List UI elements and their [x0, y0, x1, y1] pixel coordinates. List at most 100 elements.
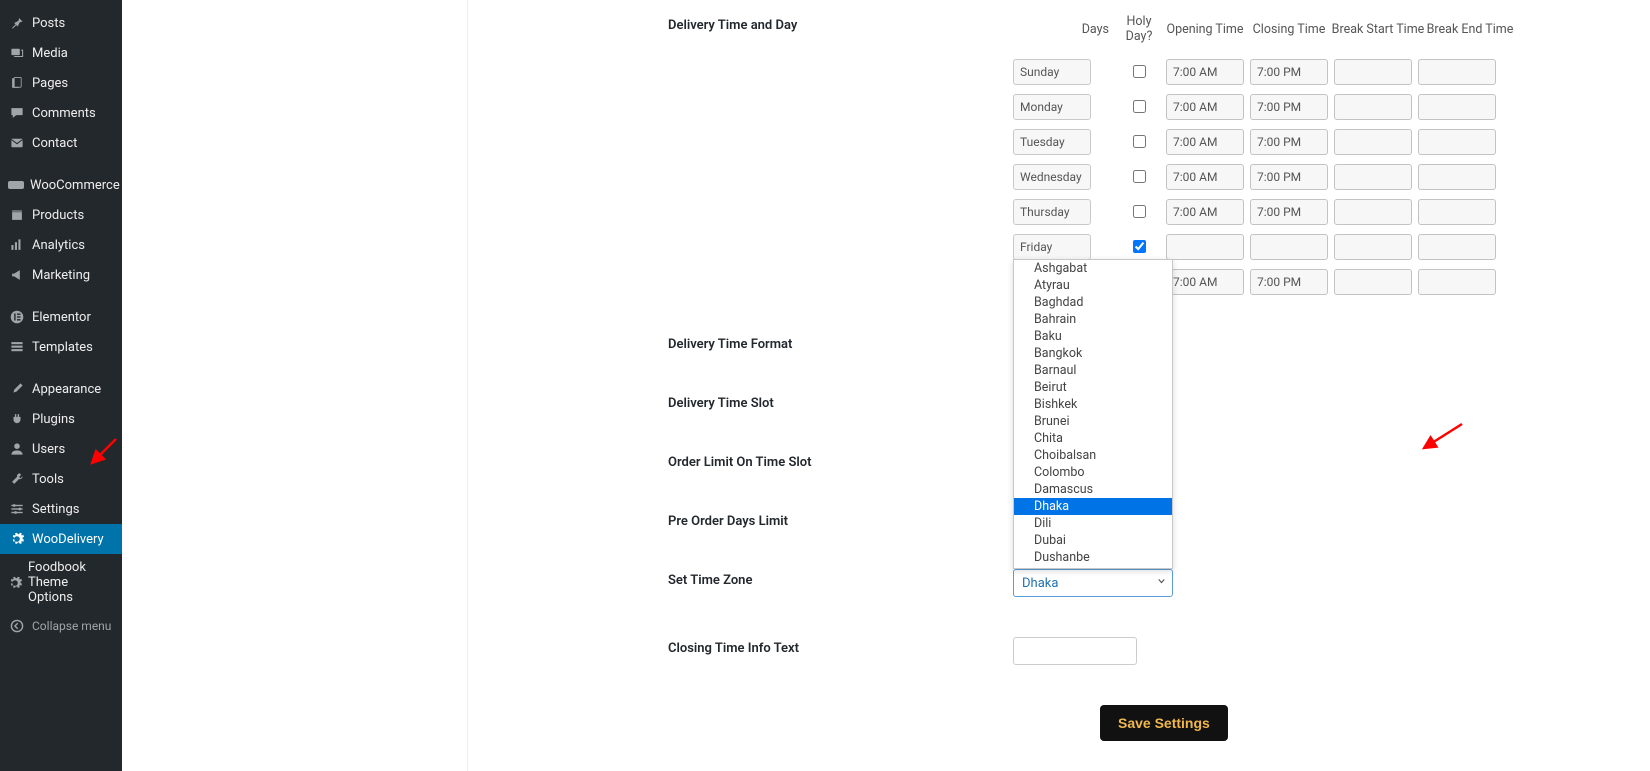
tz-option-damascus[interactable]: Damascus [1014, 481, 1172, 498]
close-time-monday[interactable]: 7:00 PM [1250, 94, 1328, 120]
sidebar-item-pages[interactable]: Pages [0, 68, 122, 98]
bend-time-wednesday[interactable] [1418, 164, 1496, 190]
close-time-friday[interactable] [1250, 234, 1328, 260]
bend-time-thursday[interactable] [1418, 199, 1496, 225]
settings-form-panel: Delivery Time and Day Days Holy Day? Ope… [468, 0, 1650, 771]
sidebar-item-label: Contact [32, 136, 77, 151]
sidebar-item-media[interactable]: Media [0, 38, 122, 68]
close-time-wednesday[interactable]: 7:00 PM [1250, 164, 1328, 190]
day-button-tuesday[interactable]: Tuesday [1013, 129, 1091, 155]
day-button-thursday[interactable]: Thursday [1013, 199, 1091, 225]
timezone-dropdown-list[interactable]: AshgabatAtyrauBaghdadBahrainBakuBangkokB… [1013, 259, 1173, 569]
tz-option-dhaka[interactable]: Dhaka [1014, 498, 1172, 515]
sidebar-item-plugins[interactable]: Plugins [0, 404, 122, 434]
day-button-sunday[interactable]: Sunday [1013, 59, 1091, 85]
save-settings-button[interactable]: Save Settings [1100, 705, 1228, 741]
sidebar-item-label: Products [32, 208, 84, 223]
bend-time-sunday[interactable] [1418, 59, 1496, 85]
closing-time-info-input[interactable] [1013, 637, 1137, 665]
holy-checkbox-tuesday[interactable] [1133, 135, 1146, 148]
holy-checkbox-friday[interactable] [1133, 240, 1146, 253]
tz-option-bangkok[interactable]: Bangkok [1014, 345, 1172, 362]
bstart-time-saturday[interactable] [1334, 269, 1412, 295]
sidebar-item-label: Analytics [32, 238, 85, 253]
close-time-sunday[interactable]: 7:00 PM [1250, 59, 1328, 85]
bstart-time-tuesday[interactable] [1334, 129, 1412, 155]
tz-option-baku[interactable]: Baku [1014, 328, 1172, 345]
bstart-time-monday[interactable] [1334, 94, 1412, 120]
bstart-time-sunday[interactable] [1334, 59, 1412, 85]
sidebar-item-settings[interactable]: Settings [0, 494, 122, 524]
bend-time-saturday[interactable] [1418, 269, 1496, 295]
sidebar-item-foodbook-theme-options[interactable]: Foodbook Theme Options [0, 554, 122, 611]
open-time-saturday[interactable]: 7:00 AM [1166, 269, 1244, 295]
sidebar-item-products[interactable]: Products [0, 200, 122, 230]
sidebar-item-woodelivery[interactable]: WooDelivery [0, 524, 122, 554]
tz-option-dili[interactable]: Dili [1014, 515, 1172, 532]
bend-time-tuesday[interactable] [1418, 129, 1496, 155]
bstart-time-friday[interactable] [1334, 234, 1412, 260]
sidebar-item-marketing[interactable]: Marketing [0, 260, 122, 290]
day-button-monday[interactable]: Monday [1013, 94, 1091, 120]
sidebar-item-contact[interactable]: Contact [0, 128, 122, 158]
sidebar-item-comments[interactable]: Comments [0, 98, 122, 128]
tz-option-brunei[interactable]: Brunei [1014, 413, 1172, 430]
tz-option-baghdad[interactable]: Baghdad [1014, 294, 1172, 311]
tz-option-bahrain[interactable]: Bahrain [1014, 311, 1172, 328]
tz-option-ashgabat[interactable]: Ashgabat [1014, 260, 1172, 277]
holy-checkbox-monday[interactable] [1133, 100, 1146, 113]
day-button-wednesday[interactable]: Wednesday [1013, 164, 1091, 190]
tz-option-atyrau[interactable]: Atyrau [1014, 277, 1172, 294]
tz-option-bishkek[interactable]: Bishkek [1014, 396, 1172, 413]
sidebar-item-label: Elementor [32, 310, 91, 325]
close-time-thursday[interactable]: 7:00 PM [1250, 199, 1328, 225]
tz-option-dushanbe[interactable]: Dushanbe [1014, 549, 1172, 566]
schedule-row-tuesday: Tuesday 7:00 AM7:00 PM [1013, 124, 1515, 159]
bars-icon [8, 236, 26, 254]
holy-checkbox-sunday[interactable] [1133, 65, 1146, 78]
sidebar-item-posts[interactable]: Posts [0, 8, 122, 38]
open-time-thursday[interactable]: 7:00 AM [1166, 199, 1244, 225]
bend-time-monday[interactable] [1418, 94, 1496, 120]
open-time-sunday[interactable]: 7:00 AM [1166, 59, 1244, 85]
sidebar-item-users[interactable]: Users [0, 434, 122, 464]
bstart-time-wednesday[interactable] [1334, 164, 1412, 190]
tz-option-barnaul[interactable]: Barnaul [1014, 362, 1172, 379]
open-time-monday[interactable]: 7:00 AM [1166, 94, 1244, 120]
order-limit-label: Order Limit On Time Slot [668, 451, 1013, 470]
sidebar-item-tools[interactable]: Tools [0, 464, 122, 494]
bstart-time-thursday[interactable] [1334, 199, 1412, 225]
tz-option-colombo[interactable]: Colombo [1014, 464, 1172, 481]
sidebar-item-templates[interactable]: Templates [0, 332, 122, 362]
mail-icon [8, 134, 26, 152]
holy-checkbox-thursday[interactable] [1133, 205, 1146, 218]
close-time-saturday[interactable]: 7:00 PM [1250, 269, 1328, 295]
set-time-zone-label: Set Time Zone [668, 569, 1013, 588]
sidebar-item-woocommerce[interactable]: WooCommerce [0, 170, 122, 200]
collapse-icon [8, 617, 26, 635]
open-time-tuesday[interactable]: 7:00 AM [1166, 129, 1244, 155]
tz-option-choibalsan[interactable]: Choibalsan [1014, 447, 1172, 464]
tz-option-beirut[interactable]: Beirut [1014, 379, 1172, 396]
sidebar-item-label: Templates [32, 340, 93, 355]
tz-option-dubai[interactable]: Dubai [1014, 532, 1172, 549]
sidebar-item-elementor[interactable]: Elementor [0, 302, 122, 332]
collapse-label: Collapse menu [32, 619, 111, 633]
tz-option-chita[interactable]: Chita [1014, 430, 1172, 447]
tz-option-famagusta[interactable]: Famagusta [1014, 566, 1172, 569]
open-time-friday[interactable] [1166, 234, 1244, 260]
bend-time-friday[interactable] [1418, 234, 1496, 260]
day-button-friday[interactable]: Friday [1013, 234, 1091, 260]
collapse-menu-button[interactable]: Collapse menu [0, 611, 122, 641]
close-time-tuesday[interactable]: 7:00 PM [1250, 129, 1328, 155]
sidebar-item-analytics[interactable]: Analytics [0, 230, 122, 260]
settings-sub-panel [122, 0, 468, 771]
gear-icon [8, 530, 26, 548]
templates-icon [8, 338, 26, 356]
open-time-wednesday[interactable]: 7:00 AM [1166, 164, 1244, 190]
sidebar-item-appearance[interactable]: Appearance [0, 374, 122, 404]
schedule-header-row: Days Holy Day? Opening Time Closing Time… [1013, 14, 1515, 44]
timezone-select[interactable]: Dhaka [1013, 569, 1173, 597]
sidebar-item-label: Pages [32, 76, 68, 91]
holy-checkbox-wednesday[interactable] [1133, 170, 1146, 183]
